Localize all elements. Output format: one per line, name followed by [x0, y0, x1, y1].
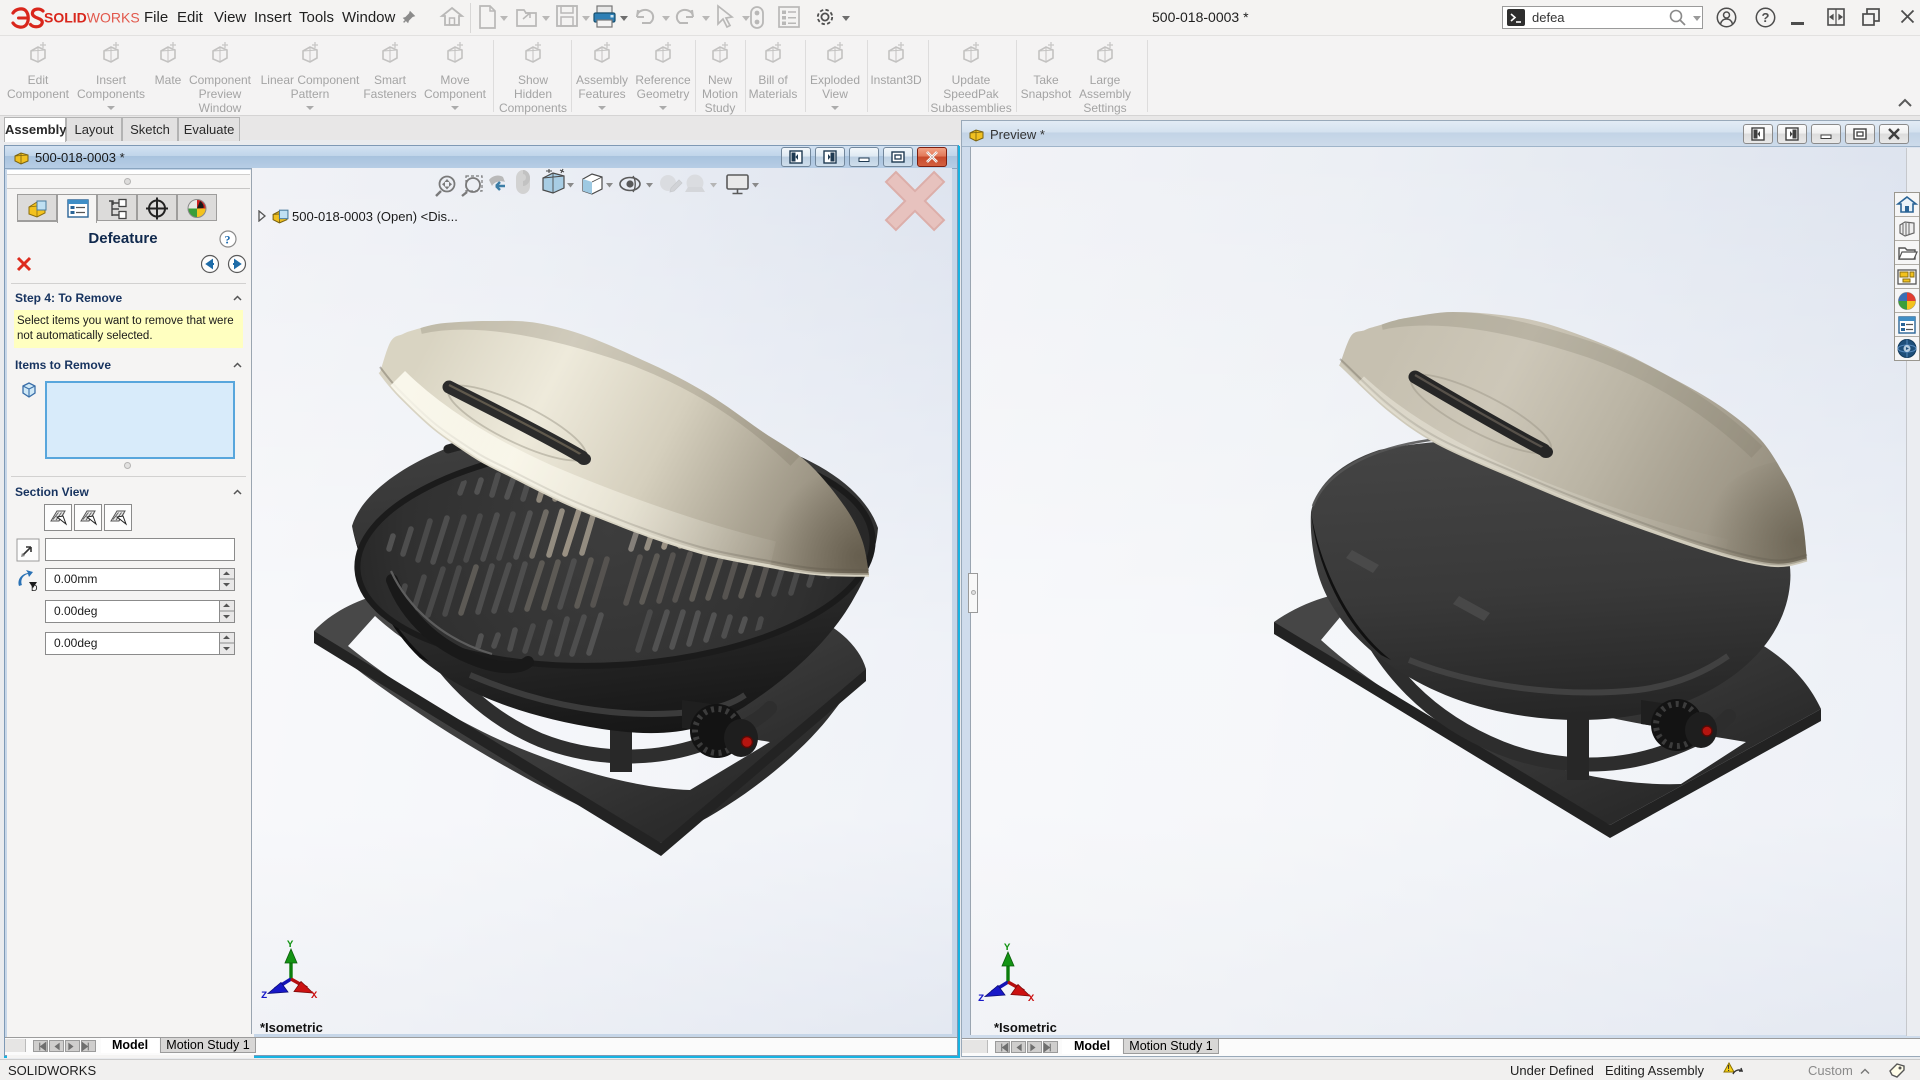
svg-text:Y: Y [1004, 942, 1011, 954]
svg-text:X: X [1028, 993, 1035, 1005]
svg-text:!: ! [1727, 1064, 1730, 1073]
svg-text:X: X [311, 990, 318, 1002]
svg-text:SOLIDWORKS: SOLIDWORKS [44, 10, 140, 26]
svg-text:Z: Z [978, 993, 984, 1005]
svg-text:?: ? [1762, 10, 1770, 25]
svg-text:Y: Y [287, 939, 294, 951]
svg-text:?: ? [225, 233, 231, 247]
svg-text:D: D [31, 583, 38, 592]
svg-text:Z: Z [261, 990, 267, 1002]
